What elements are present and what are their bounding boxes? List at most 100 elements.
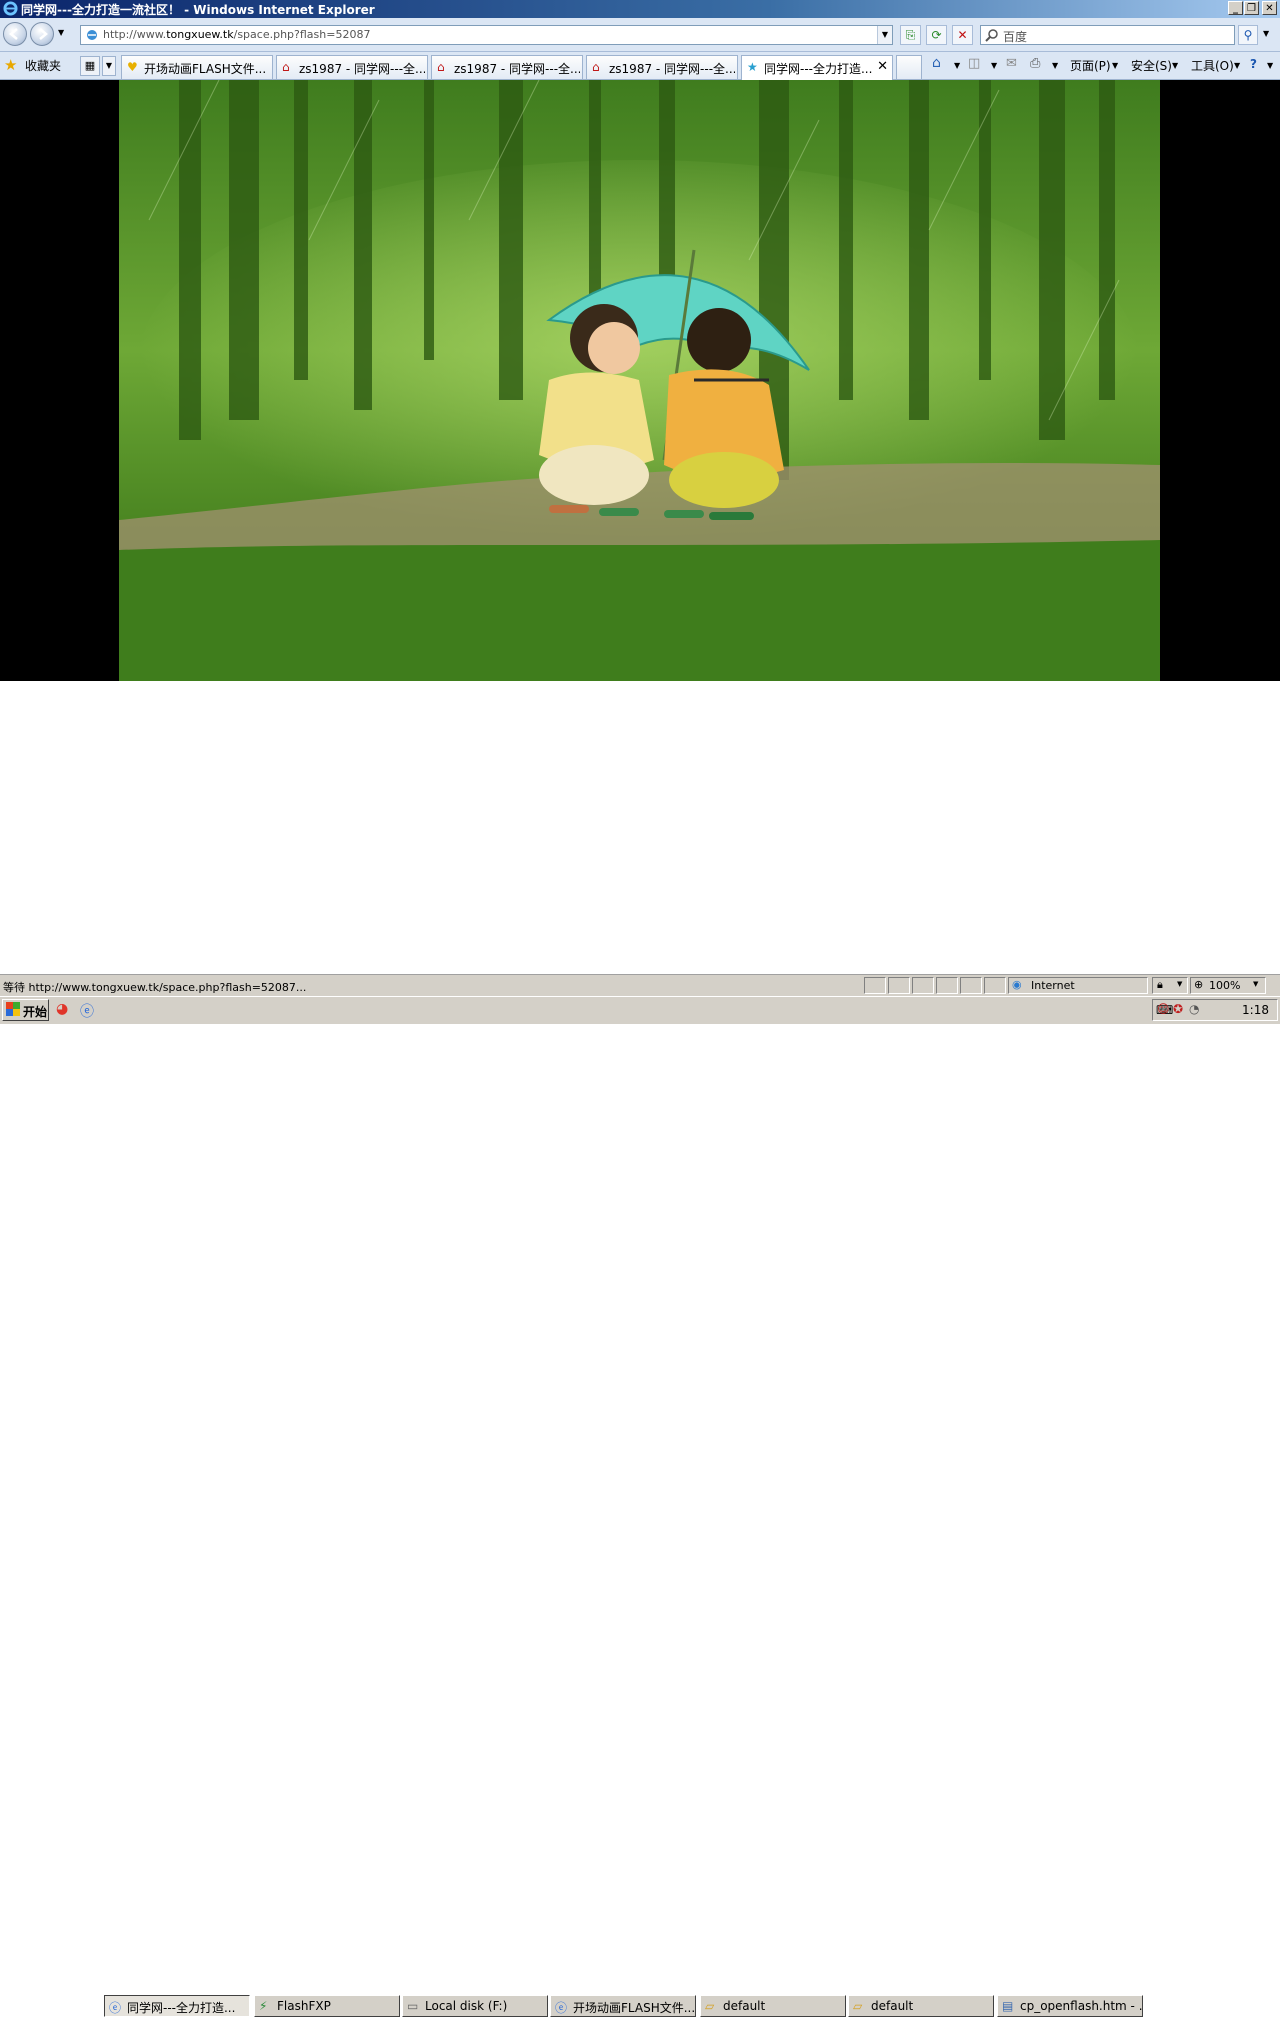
browser-tab[interactable]: ⌂ zs1987 - 同学网---全... [276, 55, 428, 79]
start-button[interactable]: 开始 [2, 999, 49, 1021]
ie-quicklaunch-icon[interactable]: ⓔ [80, 1001, 94, 1021]
flash-movie[interactable] [0, 80, 1280, 681]
globe-icon: ◉ [1012, 978, 1022, 991]
tab-list-dropdown[interactable]: ▼ [102, 56, 116, 76]
status-pane [912, 977, 934, 994]
search-go-button[interactable]: ⚲ [1238, 25, 1258, 45]
back-button[interactable] [3, 22, 27, 46]
help-icon[interactable]: ? [1250, 57, 1257, 71]
browser-tab[interactable]: ⌂ zs1987 - 同学网---全... [586, 55, 738, 79]
status-pane [936, 977, 958, 994]
favorites-button[interactable]: 收藏夹 [25, 57, 61, 74]
search-options-dropdown[interactable]: ▼ [1263, 29, 1269, 38]
stop-icon[interactable]: ✕ [952, 25, 973, 45]
taskbar-button[interactable]: ▱ default [848, 1995, 994, 2017]
antivirus-icon[interactable]: ✪ [1173, 1002, 1183, 1016]
taskbar-app-icon: ▤ [1002, 1999, 1014, 2013]
page-content [0, 80, 1280, 974]
lock-icon: 🔒︎ [1157, 978, 1163, 991]
zoom-level: 100% [1209, 979, 1241, 992]
kids-under-umbrella-illustration [119, 80, 1160, 681]
safety-menu-dropdown[interactable]: ▼ [1172, 61, 1178, 70]
address-dropdown[interactable]: ▼ [877, 26, 892, 44]
restore-button[interactable]: ❐ [1244, 1, 1259, 15]
status-text: 等待 http://www.tongxuew.tk/space.php?flas… [3, 981, 307, 994]
close-tab-icon[interactable]: ✕ [877, 59, 888, 74]
home-dropdown[interactable]: ▼ [954, 61, 960, 70]
taskbar-button[interactable]: ⓔ 同学网---全力打造... [104, 1995, 250, 2017]
zoom-control[interactable]: ⊕ 100% ▼ [1190, 977, 1266, 994]
address-input[interactable]: http://www.tongxuew.tk/space.php?flash=5… [80, 25, 893, 45]
browser-tab[interactable]: ⌂ zs1987 - 同学网---全... [431, 55, 583, 79]
protected-mode[interactable]: 🔒︎ ▼ [1152, 977, 1188, 994]
compatibility-icon[interactable]: ⎘ [900, 25, 921, 45]
star-icon: ★ [747, 60, 758, 74]
status-pane [888, 977, 910, 994]
forward-button[interactable] [30, 22, 54, 46]
taskbar: 开始 ◕ ⓔ ⓔ 同学网---全力打造... ⚡ FlashFXP ▭ Local dis… [0, 996, 1280, 2017]
home-icon[interactable]: ⌂ [932, 55, 941, 71]
tools-menu-dropdown[interactable]: ▼ [1234, 61, 1240, 70]
tools-menu[interactable]: 工具(O) [1191, 57, 1234, 74]
minimize-button[interactable]: _ [1228, 1, 1243, 15]
taskbar-app-icon: ⓔ [109, 2001, 122, 2015]
taskbar-button[interactable]: ▭ Local disk (F:) [402, 1995, 548, 2017]
page-menu-dropdown[interactable]: ▼ [1112, 61, 1118, 70]
status-pane [984, 977, 1006, 994]
home-icon: ⌂ [282, 60, 290, 74]
quick-tabs-icon[interactable]: ▦ [80, 56, 100, 76]
status-pane [960, 977, 982, 994]
safety-menu[interactable]: 安全(S) [1131, 57, 1172, 74]
url-text: http://www.tongxuew.tk/space.php?flash=5… [103, 28, 371, 41]
history-dropdown[interactable]: ▼ [58, 28, 64, 37]
tray-app-icon[interactable]: ◔ [1189, 1002, 1199, 1016]
protected-mode-dropdown: ▼ [1177, 980, 1183, 988]
new-tab-button[interactable] [896, 55, 922, 79]
taskbar-app-icon: ⚡ [259, 1999, 268, 2013]
close-button[interactable]: ✕ [1262, 1, 1277, 15]
tab-label: 同学网---全力打造... [764, 62, 873, 76]
home-icon: ⌂ [592, 60, 600, 74]
qq-icon[interactable]: ☺ [1157, 1002, 1170, 1016]
taskbar-button-label: Local disk (F:) [425, 1999, 508, 2013]
search-input[interactable]: 百度 [980, 25, 1235, 45]
refresh-icon[interactable]: ⟳ [926, 25, 947, 45]
taskbar-app-icon: ▭ [407, 1999, 419, 2013]
search-placeholder: 百度 [1003, 30, 1028, 44]
flash-scene-image [119, 80, 1160, 681]
tab-label: zs1987 - 同学网---全... [609, 62, 735, 76]
print-dropdown[interactable]: ▼ [1052, 61, 1058, 70]
folder-heart-icon: ♥ [127, 60, 138, 74]
tab-label: 开场动画FLASH文件... [144, 62, 267, 76]
taskbar-button-label: default [723, 1999, 766, 2013]
forward-arrow-icon [39, 28, 48, 40]
search-icon [985, 29, 998, 42]
security-zone[interactable]: ◉ Internet [1008, 977, 1148, 994]
chrome-quicklaunch-icon[interactable]: ◕ [56, 1001, 68, 1017]
browser-tab[interactable]: ♥ 开场动画FLASH文件... [121, 55, 273, 79]
page-menu[interactable]: 页面(P) [1070, 57, 1111, 74]
help-dropdown[interactable]: ▼ [1267, 61, 1273, 70]
status-pane [864, 977, 886, 994]
back-arrow-icon [9, 28, 18, 40]
feeds-icon[interactable]: ◫ [968, 56, 980, 71]
ie-logo-icon [3, 1, 18, 16]
taskbar-button[interactable]: ⚡ FlashFXP [254, 1995, 400, 2017]
status-bar: 等待 http://www.tongxuew.tk/space.php?flas… [0, 974, 1280, 996]
taskbar-button-label: 开场动画FLASH文件... [573, 2001, 696, 2015]
taskbar-button[interactable]: ▤ cp_openflash.htm - ... [997, 1995, 1143, 2017]
window-title: 同学网---全力打造一流社区！ - Windows Internet Explo… [21, 3, 375, 17]
taskbar-button[interactable]: ▱ default [700, 1995, 846, 2017]
taskbar-app-icon: ▱ [705, 1999, 715, 2013]
feeds-dropdown[interactable]: ▼ [991, 61, 997, 70]
zoom-dropdown: ▼ [1253, 980, 1259, 988]
print-icon[interactable]: ⎙ [1030, 56, 1040, 71]
tab-label: zs1987 - 同学网---全... [299, 62, 425, 76]
address-toolbar: ▼ http://www.tongxuew.tk/space.php?flash… [0, 18, 1280, 52]
taskbar-app-icon: ▱ [853, 1999, 863, 2013]
browser-tab[interactable]: ★ 同学网---全力打造... ✕ [741, 55, 893, 80]
title-bar[interactable]: 同学网---全力打造一流社区！ - Windows Internet Explo… [0, 0, 1280, 18]
mail-icon[interactable]: ✉ [1006, 56, 1017, 71]
taskbar-button-label: FlashFXP [277, 1999, 331, 2013]
taskbar-button[interactable]: ⓔ 开场动画FLASH文件... [550, 1995, 696, 2017]
